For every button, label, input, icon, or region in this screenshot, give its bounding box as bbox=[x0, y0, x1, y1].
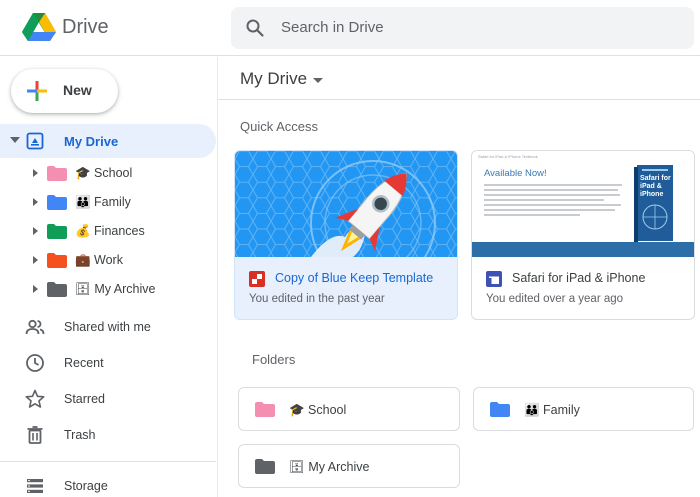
search-icon[interactable] bbox=[245, 18, 265, 38]
rocket-thumbnail-image bbox=[235, 151, 457, 257]
doc-thumb-footer-band bbox=[472, 242, 694, 257]
sidebar-item-label: Recent bbox=[64, 356, 104, 370]
drive-logo-icon[interactable] bbox=[22, 12, 56, 42]
tree-item-finances[interactable]: 💰 Finances bbox=[0, 218, 216, 244]
clock-icon bbox=[26, 354, 44, 372]
sidebar-item-recent[interactable]: Recent bbox=[0, 348, 216, 378]
folder-card-family[interactable]: 👪 Family bbox=[473, 387, 694, 431]
folder-icon bbox=[47, 224, 67, 239]
doc-thumb-headline: Available Now! bbox=[484, 168, 547, 179]
star-icon bbox=[25, 389, 45, 408]
chevron-down-icon[interactable] bbox=[313, 78, 323, 83]
sidebar-item-storage[interactable]: Storage bbox=[0, 471, 216, 497]
expand-caret-icon[interactable] bbox=[33, 256, 38, 264]
folder-icon bbox=[47, 282, 67, 297]
folder-name: 🎓 School bbox=[289, 403, 347, 417]
storage-icon bbox=[27, 479, 43, 493]
expand-caret-icon[interactable] bbox=[33, 198, 38, 206]
sidebar: New My Drive 🎓 School 👪 Family 💰 Finance… bbox=[0, 57, 216, 497]
tree-item-my-archive[interactable]: 🗄 My Archive bbox=[0, 276, 216, 302]
expand-caret-icon[interactable] bbox=[33, 169, 38, 177]
app-name: Drive bbox=[62, 16, 109, 38]
quick-access-card[interactable]: Safari for iPad & iPhone Textbook Availa… bbox=[471, 150, 695, 320]
sidebar-item-label: Shared with me bbox=[64, 320, 151, 334]
folder-icon bbox=[47, 253, 67, 268]
tree-item-label: 🎓 School bbox=[75, 166, 133, 180]
sidebar-item-label: Starred bbox=[64, 392, 105, 406]
sidebar-item-label: My Drive bbox=[64, 134, 119, 149]
file-activity: You edited in the past year bbox=[249, 293, 385, 305]
book-cover-title: Safari for iPad & iPhone bbox=[640, 175, 671, 198]
sidebar-item-trash[interactable]: Trash bbox=[0, 420, 216, 450]
search-input[interactable]: Search in Drive bbox=[281, 19, 384, 36]
file-name[interactable]: Safari for iPad & iPhone bbox=[512, 271, 645, 285]
expand-caret-icon[interactable] bbox=[10, 137, 20, 143]
file-activity: You edited over a year ago bbox=[486, 293, 624, 305]
main-content: My Drive Quick Access Copy of Blue Keep … bbox=[217, 57, 700, 497]
slides-icon bbox=[249, 271, 265, 287]
top-bar: Drive Search in Drive bbox=[0, 0, 700, 56]
folder-icon bbox=[490, 402, 510, 417]
folder-icon bbox=[47, 166, 67, 181]
tree-item-school[interactable]: 🎓 School bbox=[0, 160, 216, 186]
folder-icon bbox=[255, 459, 275, 474]
tree-item-label: 💰 Finances bbox=[75, 224, 145, 238]
plus-icon bbox=[27, 81, 47, 101]
file-thumbnail: Safari for iPad & iPhone Textbook Availa… bbox=[472, 151, 694, 257]
page-title[interactable]: My Drive bbox=[240, 69, 307, 89]
expand-caret-icon[interactable] bbox=[33, 285, 38, 293]
folder-name: 👪 Family bbox=[524, 403, 580, 417]
search-bar[interactable]: Search in Drive bbox=[231, 7, 694, 49]
quick-access-heading: Quick Access bbox=[240, 119, 319, 134]
quick-access-card[interactable]: Copy of Blue Keep Template You edited in… bbox=[234, 150, 458, 320]
my-drive-icon bbox=[26, 132, 44, 150]
sidebar-divider bbox=[0, 461, 216, 462]
folder-card-school[interactable]: 🎓 School bbox=[238, 387, 460, 431]
sidebar-item-label: Trash bbox=[64, 428, 96, 442]
tree-item-label: 💼 Work bbox=[75, 253, 123, 267]
doc-text-lines-image bbox=[484, 184, 622, 216]
folder-icon bbox=[255, 402, 275, 417]
folder-icon bbox=[47, 195, 67, 210]
shared-icon bbox=[25, 319, 45, 335]
tree-item-family[interactable]: 👪 Family bbox=[0, 189, 216, 215]
folder-name: 🗄 My Archive bbox=[289, 460, 370, 474]
sidebar-item-my-drive[interactable]: My Drive bbox=[0, 124, 216, 158]
doc-thumb-header: Safari for iPad & iPhone Textbook bbox=[478, 154, 538, 159]
file-name[interactable]: Copy of Blue Keep Template bbox=[275, 271, 433, 285]
new-button[interactable]: New bbox=[11, 69, 118, 113]
folder-card-my-archive[interactable]: 🗄 My Archive bbox=[238, 444, 460, 488]
sidebar-item-label: Storage bbox=[64, 479, 108, 493]
tree-item-label: 🗄 My Archive bbox=[75, 282, 156, 296]
main-divider bbox=[218, 99, 700, 100]
docs-icon bbox=[486, 271, 502, 287]
tree-item-work[interactable]: 💼 Work bbox=[0, 247, 216, 273]
expand-caret-icon[interactable] bbox=[33, 227, 38, 235]
file-thumbnail bbox=[235, 151, 457, 257]
folders-heading: Folders bbox=[252, 352, 296, 367]
sidebar-item-starred[interactable]: Starred bbox=[0, 384, 216, 414]
new-button-label: New bbox=[63, 82, 92, 98]
trash-icon bbox=[27, 426, 43, 444]
tree-item-label: 👪 Family bbox=[75, 195, 131, 209]
sidebar-item-shared-with-me[interactable]: Shared with me bbox=[0, 312, 216, 342]
